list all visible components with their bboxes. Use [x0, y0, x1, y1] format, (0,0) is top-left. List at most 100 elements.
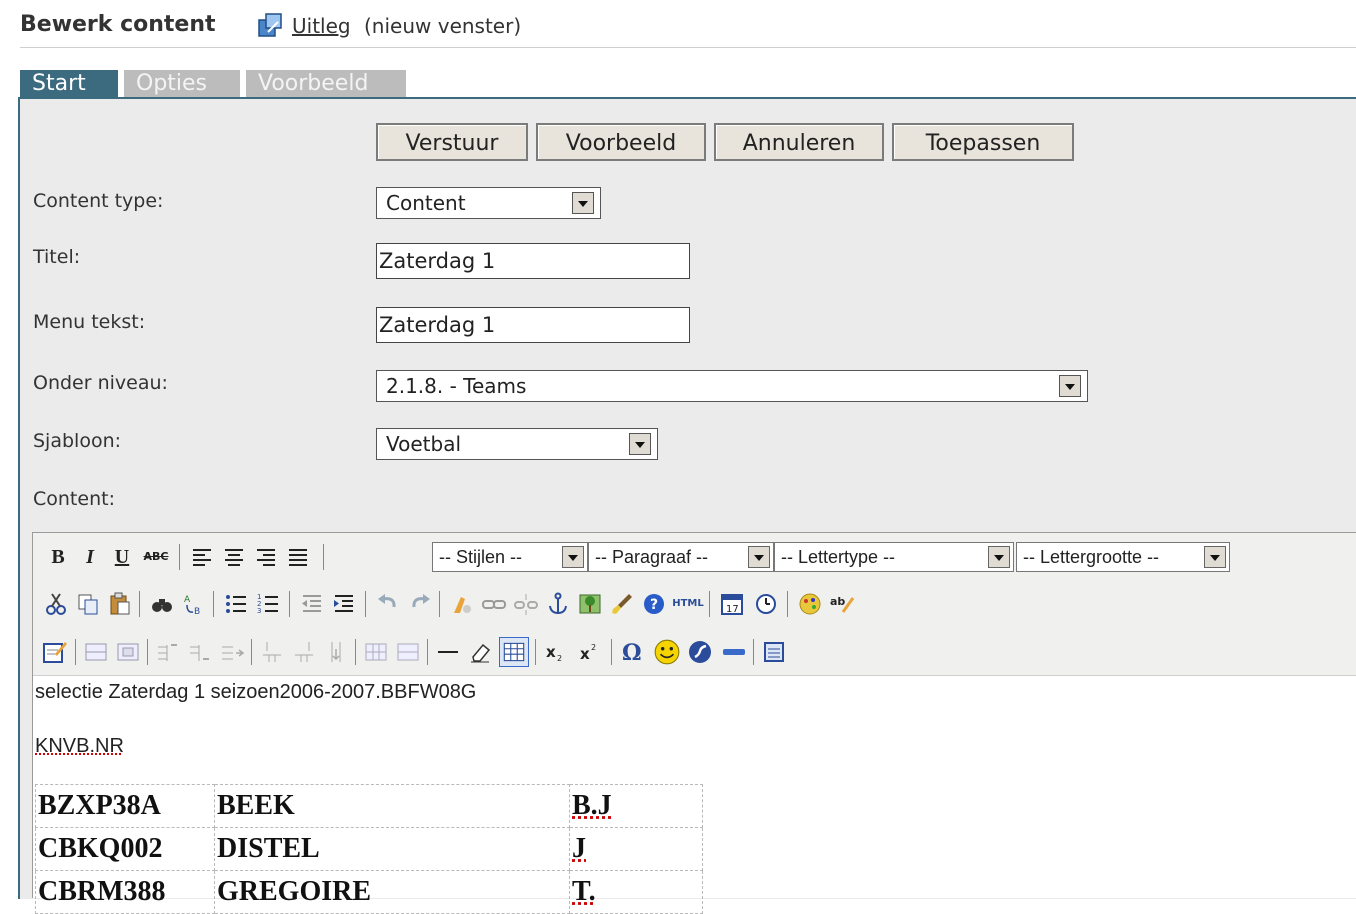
tab-opties[interactable]: Opties [124, 70, 240, 98]
toolbar-separator [753, 639, 754, 665]
table-row[interactable]: BZXP38A BEEK B.J [35, 784, 703, 828]
html-source-button[interactable]: HTML [671, 591, 705, 617]
link-icon[interactable] [481, 591, 507, 617]
font-size-select[interactable]: -- Lettergrootte -- [1016, 542, 1230, 572]
anchor-icon[interactable] [545, 591, 571, 617]
align-right-icon[interactable] [253, 544, 279, 570]
cleanup-brush-icon[interactable] [609, 591, 635, 617]
split-cells-icon[interactable] [363, 639, 389, 665]
horizontal-rule-icon[interactable] [435, 639, 461, 665]
delete-col-icon[interactable] [323, 639, 349, 665]
table-cell-props-icon[interactable] [115, 639, 141, 665]
content-type-select[interactable]: Content [376, 187, 601, 219]
find-icon[interactable] [149, 591, 175, 617]
indent-icon[interactable] [331, 591, 357, 617]
title-label: Titel: [33, 246, 81, 268]
image-icon[interactable] [577, 591, 603, 617]
insert-col-before-icon[interactable] [259, 639, 285, 665]
chevron-down-icon[interactable] [562, 546, 584, 568]
replace-icon[interactable]: AB [181, 591, 207, 617]
table-cell-name[interactable]: BEEK [214, 784, 570, 828]
media-bar-icon[interactable] [721, 639, 747, 665]
align-left-icon[interactable] [189, 544, 215, 570]
players-table[interactable]: BZXP38A BEEK B.J CBKQ002 DISTEL J CBRM38… [35, 784, 703, 914]
table-cell-initials[interactable]: T. [569, 870, 703, 914]
paragraph-select[interactable]: -- Paragraaf -- [588, 542, 774, 572]
insert-date-icon[interactable]: 17 [719, 591, 745, 617]
smiley-icon[interactable] [653, 638, 681, 666]
chevron-down-icon[interactable] [1059, 375, 1081, 397]
spellcheck-icon[interactable]: ab [829, 591, 855, 617]
insert-row-after-icon[interactable] [187, 639, 213, 665]
redo-icon[interactable] [407, 591, 433, 617]
remove-format-icon[interactable] [467, 639, 493, 665]
insert-row-before-icon[interactable] [155, 639, 181, 665]
table-row-props-icon[interactable] [83, 639, 109, 665]
toolbar-separator [611, 639, 612, 665]
undo-icon[interactable] [375, 591, 401, 617]
align-justify-icon[interactable] [285, 544, 311, 570]
table-cell-id[interactable]: CBRM388 [35, 870, 215, 914]
template-value: Voetbal [386, 432, 462, 456]
preview-button[interactable]: Voorbeeld [536, 123, 706, 161]
styles-select[interactable]: -- Stijlen -- [432, 542, 588, 572]
superscript-icon[interactable]: x2 [577, 639, 603, 665]
apply-button[interactable]: Toepassen [892, 123, 1074, 161]
template-label: Sjabloon: [33, 430, 122, 452]
edit-document-icon[interactable] [41, 639, 67, 665]
insert-col-after-icon[interactable] [291, 639, 317, 665]
chevron-down-icon[interactable] [748, 546, 770, 568]
chevron-down-icon[interactable] [1204, 546, 1226, 568]
copy-icon[interactable] [75, 591, 101, 617]
flash-icon[interactable] [687, 639, 713, 665]
chevron-down-icon[interactable] [572, 192, 594, 214]
table-cell-initials[interactable]: J [569, 827, 703, 871]
align-center-icon[interactable] [221, 544, 247, 570]
unlink-icon[interactable] [513, 591, 539, 617]
chevron-down-icon[interactable] [629, 433, 651, 455]
chevron-down-icon[interactable] [988, 546, 1010, 568]
content-type-value: Content [386, 191, 466, 215]
table-cell-id[interactable]: CBKQ002 [35, 827, 215, 871]
underline-button[interactable]: U [109, 544, 135, 570]
paste-icon[interactable] [107, 591, 133, 617]
table-cell-id[interactable]: BZXP38A [35, 784, 215, 828]
tab-voorbeeld[interactable]: Voorbeeld [246, 70, 406, 98]
italic-button[interactable]: I [77, 544, 103, 570]
help-link[interactable]: Uitleg [292, 14, 351, 38]
help-icon[interactable]: ? [641, 591, 667, 617]
special-char-icon[interactable]: Ω [619, 639, 645, 665]
strikethrough-button[interactable]: ABC [139, 544, 173, 570]
outdent-icon[interactable] [299, 591, 325, 617]
sub-level-select[interactable]: 2.1.8. - Teams [376, 370, 1088, 402]
help-note: (nieuw venster) [364, 14, 522, 38]
table-cell-name[interactable]: GREGOIRE [214, 870, 570, 914]
merge-cells-icon[interactable] [395, 639, 421, 665]
cut-icon[interactable] [43, 591, 69, 617]
table-row[interactable]: CBKQ002 DISTEL J [35, 827, 703, 871]
tab-start[interactable]: Start [20, 70, 118, 98]
table-cell-initials[interactable]: B.J [569, 784, 703, 828]
subscript-icon[interactable]: x2 [543, 639, 569, 665]
title-input[interactable]: Zaterdag 1 [376, 243, 690, 279]
insert-table-icon[interactable] [499, 637, 529, 667]
fullscreen-icon[interactable] [761, 639, 787, 665]
cancel-button[interactable]: Annuleren [714, 123, 884, 161]
menu-text-input[interactable]: Zaterdag 1 [376, 307, 690, 343]
cleanup-icon[interactable] [449, 591, 475, 617]
insert-time-icon[interactable] [753, 591, 779, 617]
send-button[interactable]: Verstuur [376, 123, 528, 161]
help-window-icon[interactable] [256, 12, 284, 40]
editor-content[interactable]: selectie Zaterdag 1 seizoen2006-2007.BBF… [33, 675, 1356, 914]
template-select[interactable]: Voetbal [376, 428, 658, 460]
toolbar-separator [139, 591, 140, 617]
bullet-list-icon[interactable] [223, 591, 249, 617]
table-row[interactable]: CBRM388 GREGOIRE T. [35, 870, 703, 914]
bold-button[interactable]: B [45, 544, 71, 570]
table-cell-name[interactable]: DISTEL [214, 827, 570, 871]
numbered-list-icon[interactable]: 123 [255, 591, 281, 617]
font-select[interactable]: -- Lettertype -- [774, 542, 1014, 572]
toolbar-separator [213, 591, 214, 617]
emotions-palette-icon[interactable] [797, 591, 823, 617]
delete-row-icon[interactable] [219, 639, 245, 665]
